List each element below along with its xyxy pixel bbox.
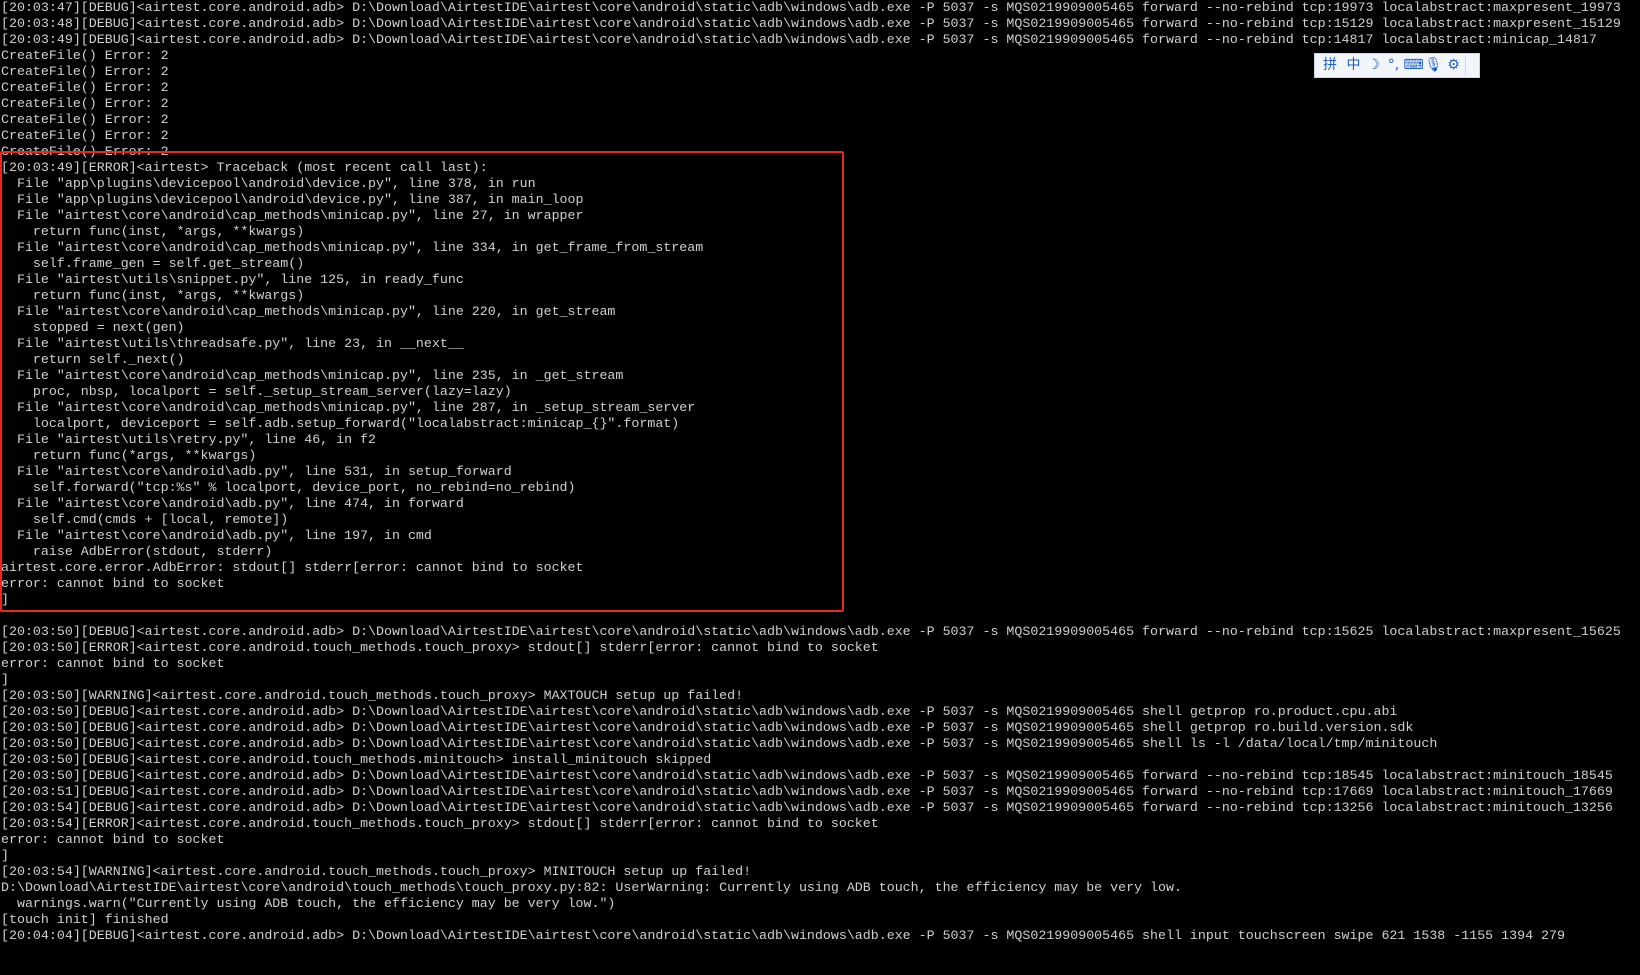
ime-logo-icon[interactable]: 拼 xyxy=(1318,56,1342,75)
terminal-line: [20:03:50][DEBUG]<airtest.core.android.t… xyxy=(1,752,712,767)
terminal-line: CreateFile() Error: 2 xyxy=(1,96,169,111)
terminal-line: [20:03:54][DEBUG]<airtest.core.android.a… xyxy=(1,800,1613,815)
terminal-line: CreateFile() Error: 2 xyxy=(1,112,169,127)
terminal-line: [20:03:50][DEBUG]<airtest.core.android.a… xyxy=(1,736,1438,751)
terminal-line: [20:03:50][DEBUG]<airtest.core.android.a… xyxy=(1,704,1398,719)
terminal-line: [20:03:51][DEBUG]<airtest.core.android.a… xyxy=(1,784,1613,799)
terminal-line: ] xyxy=(1,848,9,863)
terminal-line: [20:04:04][DEBUG]<airtest.core.android.a… xyxy=(1,928,1565,943)
terminal-line: [20:03:50][ERROR]<airtest.core.android.t… xyxy=(1,640,879,655)
settings-gear-icon[interactable]: ⚙ xyxy=(1445,56,1462,75)
ime-toolbar[interactable]: 拼 中 ☽ °, ⌨ 🎙 ⚙ xyxy=(1314,53,1480,78)
terminal-line: D:\Download\AirtestIDE\airtest\core\andr… xyxy=(1,880,1182,895)
terminal-line: [20:03:48][DEBUG]<airtest.core.android.a… xyxy=(1,16,1621,31)
keyboard-icon[interactable]: ⌨ xyxy=(1403,56,1423,75)
terminal-line: error: cannot bind to socket xyxy=(1,656,225,671)
error-highlight-box xyxy=(0,151,844,612)
microphone-icon[interactable]: 🎙 xyxy=(1425,56,1443,75)
terminal-line: [20:03:50][WARNING]<airtest.core.android… xyxy=(1,688,744,703)
terminal-line: ] xyxy=(1,672,9,687)
terminal-line: error: cannot bind to socket xyxy=(1,832,225,847)
terminal-line: [20:03:54][WARNING]<airtest.core.android… xyxy=(1,864,752,879)
ime-mode-toggle[interactable]: 中 xyxy=(1345,56,1362,75)
terminal-line: warnings.warn("Currently using ADB touch… xyxy=(1,896,616,911)
terminal-line: [20:03:49][DEBUG]<airtest.core.android.a… xyxy=(1,32,1597,47)
terminal-line: [20:03:50][DEBUG]<airtest.core.android.a… xyxy=(1,624,1621,639)
ime-separator xyxy=(1465,56,1466,75)
terminal-line: CreateFile() Error: 2 xyxy=(1,80,169,95)
terminal-line: [20:03:50][DEBUG]<airtest.core.android.a… xyxy=(1,720,1414,735)
half-moon-icon[interactable]: ☽ xyxy=(1365,56,1382,75)
terminal-line: CreateFile() Error: 2 xyxy=(1,48,169,63)
terminal-line: [20:03:50][DEBUG]<airtest.core.android.a… xyxy=(1,768,1613,783)
terminal-window[interactable]: [20:03:47][DEBUG]<airtest.core.android.a… xyxy=(0,0,1640,975)
terminal-line: CreateFile() Error: 2 xyxy=(1,64,169,79)
terminal-line: [20:03:54][ERROR]<airtest.core.android.t… xyxy=(1,816,879,831)
punctuation-icon[interactable]: °, xyxy=(1385,56,1402,75)
terminal-line: [20:03:47][DEBUG]<airtest.core.android.a… xyxy=(1,0,1621,15)
terminal-line: [touch init] finished xyxy=(1,912,169,927)
terminal-line: CreateFile() Error: 2 xyxy=(1,128,169,143)
